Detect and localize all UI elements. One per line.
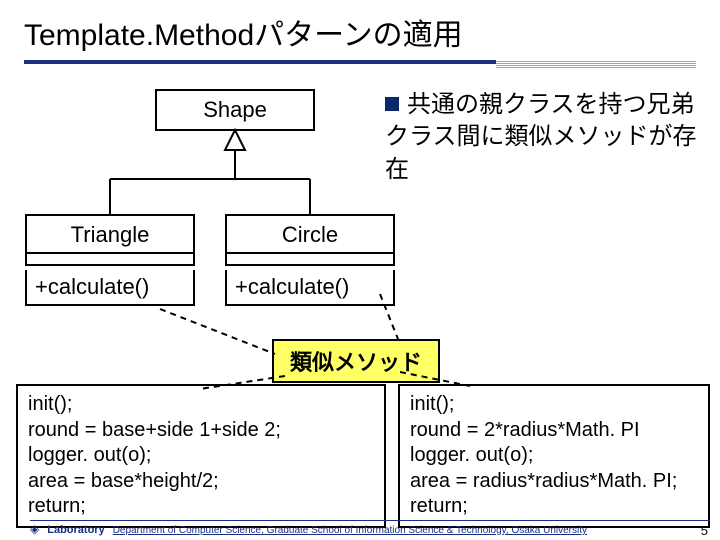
code-box-circle: init(); round = 2*radius*Math. PI logger… — [398, 384, 710, 528]
slide-title: Template.Methodパターンの適用 — [0, 0, 720, 60]
uml-method-text: +calculate() — [35, 274, 149, 299]
uml-method-triangle: +calculate() — [25, 270, 195, 306]
page-number: 5 — [701, 523, 708, 538]
uml-class-name: Triangle — [71, 222, 150, 247]
diagram-canvas: Shape Triangle +calculate() Circle +calc… — [0, 64, 720, 534]
uml-separator — [227, 252, 393, 258]
uml-class-circle: Circle — [225, 214, 395, 266]
code-box-triangle: init(); round = base+side 1+side 2; logg… — [16, 384, 386, 528]
uml-separator — [27, 252, 193, 258]
label-similar-method: 類似メソッド — [272, 339, 440, 383]
uml-class-name: Circle — [282, 222, 338, 247]
uml-method-text: +calculate() — [235, 274, 349, 299]
footer: ◈ Laboratory Department of Computer Scie… — [30, 520, 710, 536]
footer-logo-icon: ◈ — [30, 522, 39, 536]
bullet-content: 共通の親クラスを持つ兄弟クラス間に類似メソッドが存在 — [385, 91, 697, 183]
footer-lab: Laboratory — [47, 524, 104, 536]
bullet-text: 共通の親クラスを持つ兄弟クラス間に類似メソッドが存在 — [385, 89, 705, 186]
uml-class-shape: Shape — [155, 89, 315, 131]
uml-class-triangle: Triangle — [25, 214, 195, 266]
uml-method-circle: +calculate() — [225, 270, 395, 306]
footer-dept: Department of Computer Science, Graduate… — [113, 525, 587, 536]
bullet-square-icon — [385, 97, 399, 111]
uml-class-name: Shape — [203, 97, 267, 122]
